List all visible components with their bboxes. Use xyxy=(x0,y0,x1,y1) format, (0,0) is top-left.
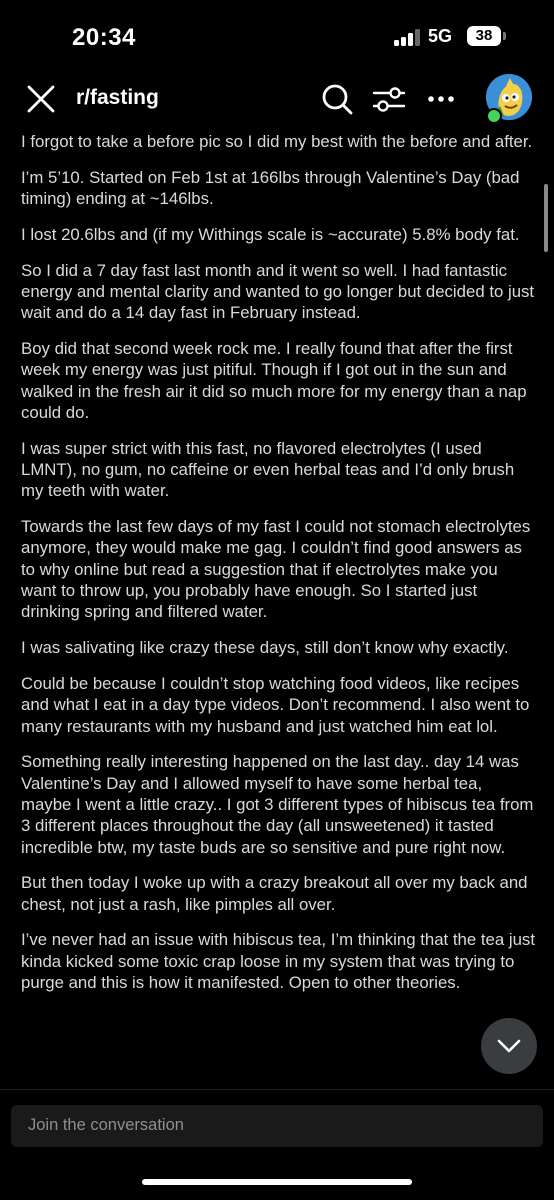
more-icon[interactable] xyxy=(424,82,458,116)
status-time: 20:34 xyxy=(72,24,136,51)
battery-icon: 38 xyxy=(467,26,501,46)
chevron-down-icon xyxy=(497,1039,521,1053)
network-type: 5G xyxy=(428,26,453,46)
subreddit-name[interactable]: r/fasting xyxy=(76,86,159,110)
post-paragraph: Could be because I couldn’t stop watchin… xyxy=(21,673,530,736)
comment-placeholder: Join the conversation xyxy=(28,1116,184,1134)
post-paragraph: Towards the last few days of my fast I c… xyxy=(21,517,531,622)
post-paragraph: Something really interesting happened on… xyxy=(21,752,534,857)
divider xyxy=(0,1089,554,1090)
post-paragraph: I forgot to take a before pic so I did m… xyxy=(21,132,533,151)
home-indicator[interactable] xyxy=(142,1179,412,1185)
post-body: I forgot to take a before pic so I did m… xyxy=(21,131,537,1008)
search-icon[interactable] xyxy=(320,82,354,116)
close-icon[interactable] xyxy=(26,84,56,114)
post-paragraph: But then today I woke up with a crazy br… xyxy=(21,873,528,914)
post-paragraph: I’ve never had an issue with hibiscus te… xyxy=(21,930,535,992)
post-paragraph: I lost 20.6lbs and (if my Withings scale… xyxy=(21,224,520,244)
online-status-dot xyxy=(486,108,502,124)
comment-input[interactable]: Join the conversation xyxy=(11,1105,543,1147)
scrollbar[interactable] xyxy=(544,184,548,252)
status-bar: 20:34 5G 38 xyxy=(0,0,554,70)
post-paragraph: I’m 5’10. Started on Feb 1st at 166lbs t… xyxy=(21,167,520,209)
battery-cap xyxy=(503,32,506,40)
post-paragraph: Boy did that second week rock me. I real… xyxy=(21,339,527,422)
post-paragraph: So I did a 7 day fast last month and it … xyxy=(21,260,535,323)
post-paragraph: I was super strict with this fast, no fl… xyxy=(21,438,515,501)
filter-icon[interactable] xyxy=(372,82,406,116)
post-paragraph: I was salivating like crazy these days, … xyxy=(21,638,509,658)
cellular-signal-icon xyxy=(394,28,420,46)
top-nav: r/fasting xyxy=(0,70,554,126)
scroll-down-button[interactable] xyxy=(481,1018,537,1074)
battery-level: 38 xyxy=(475,27,493,44)
